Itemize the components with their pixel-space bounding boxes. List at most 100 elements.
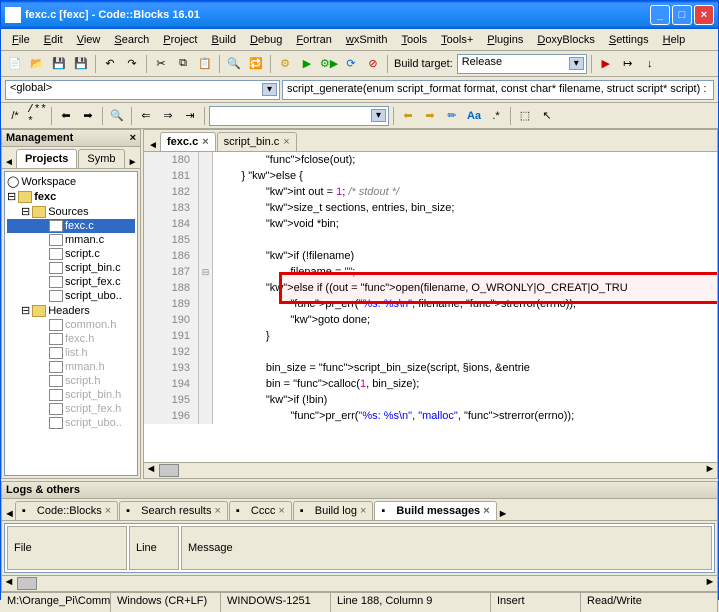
project-tree[interactable]: ◯ Workspace⊟ fexc⊟ Sources fexc.c mman.c… <box>4 171 138 476</box>
code-line[interactable]: 187⊟ filename = ""; <box>144 264 717 280</box>
new-file-icon[interactable]: 📄 <box>5 54 25 74</box>
menu-edit[interactable]: Edit <box>37 32 70 48</box>
debug-step-icon[interactable]: ↓ <box>640 54 660 74</box>
find-icon[interactable]: 🔍 <box>224 54 244 74</box>
code-line[interactable]: 196 "func">pr_err("%s: %s\n", "malloc", … <box>144 408 717 424</box>
editor-tab-fexc-c[interactable]: fexc.c× <box>160 132 216 151</box>
tab-close-icon[interactable]: × <box>202 136 208 148</box>
redo-icon[interactable]: ↷ <box>122 54 142 74</box>
logs-scrollbar[interactable]: ◄ ► <box>2 575 717 591</box>
forward-icon[interactable]: ➡ <box>78 106 98 126</box>
log-tab-build-log[interactable]: ▪Build log× <box>293 501 374 520</box>
menu-doxyblocks[interactable]: DoxyBlocks <box>530 32 601 48</box>
menu-build[interactable]: Build <box>205 32 243 48</box>
code-line[interactable]: 188 "kw">else if ((out = "func">open(fil… <box>144 280 717 296</box>
open-file-icon[interactable]: 📂 <box>27 54 47 74</box>
select-icon[interactable]: ⬚ <box>515 106 535 126</box>
menu-search[interactable]: Search <box>107 32 156 48</box>
minimize-button[interactable]: _ <box>650 5 670 25</box>
build-run-icon[interactable]: ⚙▶ <box>319 54 339 74</box>
debug-continue-icon[interactable]: ↦ <box>618 54 638 74</box>
tab-close-icon[interactable]: × <box>214 505 220 517</box>
tree-file-fexc-c[interactable]: fexc.c <box>7 219 135 233</box>
code-line[interactable]: 182 "kw">int out = 1; /* stdout */ <box>144 184 717 200</box>
menu-wxsmith[interactable]: wxSmith <box>339 32 395 48</box>
code-line[interactable]: 191 } <box>144 328 717 344</box>
editor-tab-script_bin-c[interactable]: script_bin.c× <box>217 132 297 151</box>
tree-file-mman-h[interactable]: mman.h <box>7 360 135 374</box>
ltab-prev-icon[interactable]: ◄ <box>4 508 15 520</box>
save-all-icon[interactable]: 💾 <box>71 54 91 74</box>
log-col-message[interactable]: Message <box>181 526 712 570</box>
run-icon[interactable]: ▶ <box>297 54 317 74</box>
menu-help[interactable]: Help <box>656 32 693 48</box>
search-icon[interactable]: 🔍 <box>107 106 127 126</box>
tab-close-icon[interactable]: × <box>483 505 489 517</box>
code-line[interactable]: 194 bin = "func">calloc(1, bin_size); <box>144 376 717 392</box>
code-line[interactable]: 181 } "kw">else { <box>144 168 717 184</box>
tab-close-icon[interactable]: × <box>105 505 111 517</box>
doxy-comment-icon[interactable]: /* <box>5 106 25 126</box>
tab-close-icon[interactable]: × <box>360 505 366 517</box>
log-tab-search-results[interactable]: ▪Search results× <box>119 501 228 520</box>
tab-symbols[interactable]: Symb <box>78 149 124 168</box>
tree-file-script_uboot-c[interactable]: script_ubo.. <box>7 289 135 303</box>
code-line[interactable]: 184 "kw">void *bin; <box>144 216 717 232</box>
abort-icon[interactable]: ⊘ <box>363 54 383 74</box>
scope-combo[interactable]: <global> <box>5 80 280 100</box>
ltab-next-icon[interactable]: ► <box>498 508 509 520</box>
tab-close-icon[interactable]: × <box>283 136 289 148</box>
build-messages-table[interactable]: FileLineMessage <box>4 523 715 573</box>
marker-icon[interactable]: ✏ <box>442 106 462 126</box>
log-tab-cccc[interactable]: ▪Cccc× <box>229 501 292 520</box>
last-icon[interactable]: ⇥ <box>180 106 200 126</box>
management-close-icon[interactable]: × <box>130 132 136 144</box>
close-button[interactable]: × <box>694 5 714 25</box>
copy-icon[interactable]: ⧉ <box>173 54 193 74</box>
jump-combo[interactable] <box>209 106 389 126</box>
undo-icon[interactable]: ↶ <box>100 54 120 74</box>
menu-debug[interactable]: Debug <box>243 32 289 48</box>
tab-projects[interactable]: Projects <box>16 149 77 168</box>
log-tab-build-messages[interactable]: ▪Build messages× <box>374 501 496 520</box>
tree-file-mman-c[interactable]: mman.c <box>7 233 135 247</box>
code-line[interactable]: 192 <box>144 344 717 360</box>
maximize-button[interactable]: □ <box>672 5 692 25</box>
mgmt-tab-next-icon[interactable]: ► <box>126 157 140 168</box>
code-line[interactable]: 180 "func">fclose(out); <box>144 152 717 168</box>
code-line[interactable]: 195 "kw">if (!bin) <box>144 392 717 408</box>
pointer-icon[interactable]: ↖ <box>537 106 557 126</box>
doxy-block-icon[interactable]: /** * <box>27 106 47 126</box>
next-icon[interactable]: ⇒ <box>158 106 178 126</box>
tree-folder-headers[interactable]: ⊟ Headers <box>7 303 135 318</box>
log-col-line[interactable]: Line <box>129 526 179 570</box>
menu-settings[interactable]: Settings <box>602 32 656 48</box>
etab-prev-icon[interactable]: ◄ <box>146 140 160 151</box>
replace-icon[interactable]: 🔁 <box>246 54 266 74</box>
code-line[interactable]: 193 bin_size = "func">script_bin_size(sc… <box>144 360 717 376</box>
code-line[interactable]: 185 <box>144 232 717 248</box>
tree-file-script_fex-h[interactable]: script_fex.h <box>7 402 135 416</box>
code-line[interactable]: 190 "kw">goto done; <box>144 312 717 328</box>
tree-file-list-h[interactable]: list.h <box>7 346 135 360</box>
menu-plugins[interactable]: Plugins <box>480 32 530 48</box>
menu-project[interactable]: Project <box>156 32 204 48</box>
highlight2-icon[interactable]: ➡ <box>420 106 440 126</box>
tree-file-script_bin-c[interactable]: script_bin.c <box>7 261 135 275</box>
tree-file-script-h[interactable]: script.h <box>7 374 135 388</box>
cut-icon[interactable]: ✂ <box>151 54 171 74</box>
tree-file-common-h[interactable]: common.h <box>7 318 135 332</box>
horizontal-scrollbar[interactable]: ◄ ► <box>144 462 717 478</box>
save-icon[interactable]: 💾 <box>49 54 69 74</box>
code-line[interactable]: 183 "kw">size_t sections, entries, bin_s… <box>144 200 717 216</box>
tree-file-script_fex-c[interactable]: script_fex.c <box>7 275 135 289</box>
tree-file-script_uboot-h[interactable]: script_ubo.. <box>7 416 135 430</box>
paste-icon[interactable]: 📋 <box>195 54 215 74</box>
rebuild-icon[interactable]: ⟳ <box>341 54 361 74</box>
highlight-icon[interactable]: ⬅ <box>398 106 418 126</box>
menu-fortran[interactable]: Fortran <box>289 32 338 48</box>
log-col-file[interactable]: File <box>7 526 127 570</box>
tab-close-icon[interactable]: × <box>278 505 284 517</box>
tree-folder-sources[interactable]: ⊟ Sources <box>7 204 135 219</box>
back-icon[interactable]: ⬅ <box>56 106 76 126</box>
